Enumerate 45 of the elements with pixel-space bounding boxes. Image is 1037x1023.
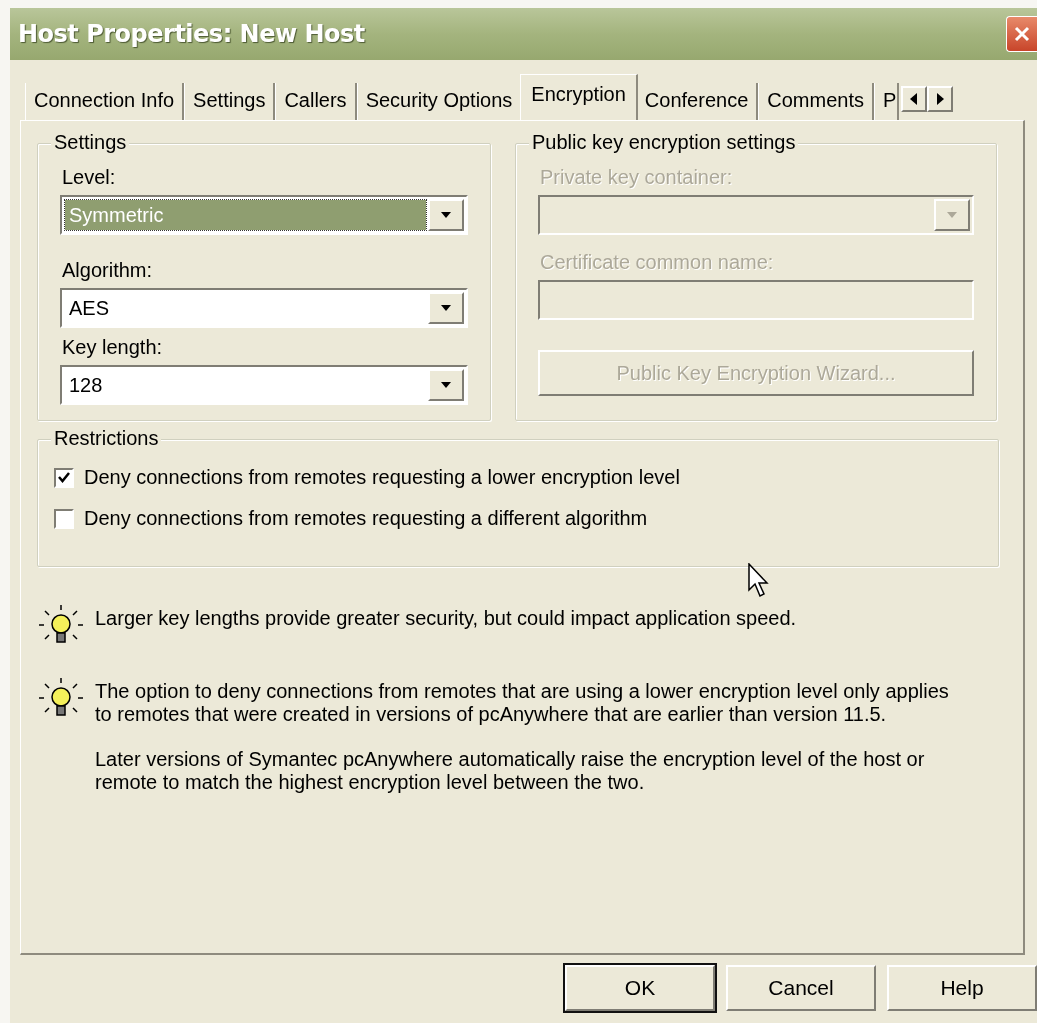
checkbox-label: Deny connections from remotes requesting a lower encryption level	[84, 466, 680, 489]
selected-value: AES	[68, 295, 111, 321]
tip-text: The option to deny connections from remotes that are using a lower encryption level only applies to remotes that were created in versions of pcAnywhere that are earlier than version 11.5.	[95, 680, 950, 726]
tab[interactable]: Comments	[758, 83, 874, 120]
selected-value: 128	[68, 372, 104, 398]
field-label: Certificate common name:	[540, 251, 775, 274]
close-button[interactable]	[1006, 16, 1037, 52]
dialog-button[interactable]: Help	[887, 965, 1037, 1011]
field-label: Private key container:	[540, 166, 734, 189]
tab[interactable]: Settings	[184, 83, 276, 120]
tab[interactable]: Encryption	[520, 74, 638, 120]
right-arrow-icon	[935, 93, 944, 105]
tab[interactable]: Connection Info	[25, 83, 185, 120]
group-title: Public key encryption settings	[529, 131, 799, 154]
scroll-right-button[interactable]	[926, 86, 953, 112]
scroll-left-button[interactable]	[900, 86, 927, 112]
tip-text: Larger key lengths provide greater security, but could impact application speed.	[95, 607, 798, 630]
close-icon	[1013, 25, 1031, 43]
selected-value: Symmetric	[65, 200, 426, 230]
left-arrow-icon	[909, 93, 918, 105]
dropdown-button[interactable]	[428, 292, 464, 324]
dialog-button[interactable]: Cancel	[726, 965, 876, 1011]
dropdown-button[interactable]	[428, 199, 464, 231]
field-label: Level:	[62, 166, 117, 189]
group-title: Settings	[51, 131, 130, 154]
caret-icon	[440, 211, 452, 219]
caret-icon	[440, 381, 452, 389]
field-label: Algorithm:	[62, 259, 154, 282]
checkmark-icon	[58, 472, 70, 483]
checkbox-label: Deny connections from remotes requesting a different algorithm	[84, 507, 648, 530]
dropdown[interactable]: AES	[60, 288, 468, 328]
tab[interactable]: Callers	[275, 83, 357, 120]
field-label: Key length:	[62, 336, 164, 359]
input-field[interactable]	[538, 280, 974, 320]
dropdown[interactable]	[538, 195, 974, 235]
tab[interactable]: P	[873, 83, 899, 120]
caret-icon	[440, 304, 452, 312]
dropdown-button[interactable]	[428, 369, 464, 401]
checkbox[interactable]	[54, 508, 74, 529]
dialog-button[interactable]: OK	[565, 965, 715, 1011]
window-title: Host Properties: New Host	[18, 20, 365, 48]
dropdown[interactable]: 128	[60, 365, 468, 405]
tip-text: Later versions of Symantec pcAnywhere automatically raise the encryption level of the host or remote to match the highest encryption level between the two.	[95, 748, 926, 794]
caret-icon	[946, 211, 958, 219]
checkbox[interactable]	[54, 467, 74, 488]
